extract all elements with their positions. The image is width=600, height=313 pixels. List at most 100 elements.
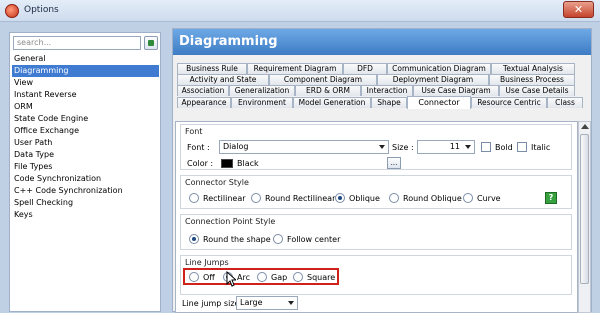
tab-activity-and-state[interactable]: Activity and State [177,74,269,85]
radio-square[interactable] [293,272,303,282]
font-group: Font Font : Dialog Size : 11 Bold Italic… [180,124,572,170]
tab-class[interactable]: Class [547,97,583,108]
round-the-shape-label: Round the shape [203,235,271,244]
chevron-down-icon [379,145,385,149]
chevron-down-icon [465,145,471,149]
category-item-diagramming[interactable]: Diagramming [12,65,159,77]
gap-label: Gap [271,273,288,282]
category-item-user-path[interactable]: User Path [12,137,159,149]
title-bar: Options ✕ [0,0,600,22]
tab-row-1: Business Rule Requirement Diagram DFD Co… [173,63,591,74]
off-label: Off [203,273,215,282]
tab-erd-orm[interactable]: ERD & ORM [295,85,361,96]
radio-gap[interactable] [257,272,267,282]
connector-style-title: Connector Style [185,178,249,187]
connection-point-style-group: Connection Point Style Round the shape F… [180,214,572,250]
radio-round-the-shape[interactable] [189,234,199,244]
category-list: General Diagramming View Instant Reverse… [12,53,159,221]
tab-deployment-diagram[interactable]: Deployment Diagram [377,74,489,85]
font-section-title: Font [185,127,203,136]
size-select[interactable]: 11 [417,140,475,154]
category-item-spell-checking[interactable]: Spell Checking [12,197,159,209]
rectilinear-label: Rectilinear [203,194,246,203]
tab-interaction[interactable]: Interaction [361,85,413,96]
close-button[interactable]: ✕ [563,1,594,18]
tab-communication-diagram[interactable]: Communication Diagram [387,63,491,74]
follow-center-label: Follow center [287,235,341,244]
search-input[interactable]: search... [13,36,141,50]
search-icon[interactable] [144,36,158,50]
oblique-label: Oblique [349,194,380,203]
tab-use-case-diagram[interactable]: Use Case Diagram [413,85,499,96]
chevron-down-icon [288,301,294,305]
category-panel: search... General Diagramming View Insta… [9,32,161,312]
vertical-scrollbar[interactable] [578,121,591,313]
line-jump-size-select[interactable]: Large [236,296,298,310]
tab-connector[interactable]: Connector [407,96,471,109]
connector-style-group: Connector Style Rectilinear Round Rectil… [180,175,572,209]
radio-round-rectilinear[interactable] [251,193,261,203]
radio-rectilinear[interactable] [189,193,199,203]
curve-label: Curve [477,194,501,203]
page-title: Diagramming [173,29,591,55]
tab-row-2: Activity and State Component Diagram Dep… [173,74,591,85]
help-icon[interactable]: ? [545,192,557,204]
settings-panel: Diagramming Business Rule Requirement Di… [172,28,592,313]
window-title: Options [24,5,59,15]
font-select[interactable]: Dialog [219,140,389,154]
app-icon [5,4,19,18]
square-label: Square [307,273,336,282]
tab-textual-analysis[interactable]: Textual Analysis [491,63,575,74]
round-oblique-label: Round Oblique [403,194,462,203]
italic-label: Italic [531,143,551,152]
category-item-cpp-code-synchronization[interactable]: C++ Code Synchronization [12,185,159,197]
radio-off[interactable] [189,272,199,282]
color-picker-button[interactable]: ... [387,157,401,169]
radio-oblique[interactable] [335,193,345,203]
tab-requirement-diagram[interactable]: Requirement Diagram [247,63,343,74]
line-jumps-group: Line Jumps Off Arc Gap Square [180,255,572,295]
category-item-instant-reverse[interactable]: Instant Reverse [12,89,159,101]
radio-follow-center[interactable] [273,234,283,244]
tab-component-diagram[interactable]: Component Diagram [269,74,377,85]
tab-shape[interactable]: Shape [371,97,407,108]
scroll-up-icon[interactable] [581,124,589,129]
bold-label: Bold [495,143,513,152]
tab-model-generation[interactable]: Model Generation [293,97,371,108]
round-rectilinear-label: Round Rectilinear [265,194,336,203]
category-item-office-exchange[interactable]: Office Exchange [12,125,159,137]
mouse-pointer-icon [226,271,236,287]
tab-generalization[interactable]: Generalization [229,85,295,96]
arc-label: Arc [237,273,250,282]
color-swatch [221,159,233,168]
line-jump-size-value: Large [240,298,263,307]
tab-association[interactable]: Association [177,85,229,96]
radio-round-oblique[interactable] [389,193,399,203]
tab-dfd[interactable]: DFD [343,63,387,74]
category-item-view[interactable]: View [12,77,159,89]
connector-settings: Font Font : Dialog Size : 11 Bold Italic… [175,121,578,313]
category-item-data-type[interactable]: Data Type [12,149,159,161]
tab-row-4: Appearance Environment Model Generation … [173,96,591,109]
tab-environment[interactable]: Environment [231,97,293,108]
category-item-keys[interactable]: Keys [12,209,159,221]
tab-business-process[interactable]: Business Process [489,74,575,85]
category-item-file-types[interactable]: File Types [12,161,159,173]
color-label: Color : [187,159,214,168]
scroll-thumb[interactable] [580,134,589,284]
color-value: Black [237,159,259,168]
tab-use-case-details[interactable]: Use Case Details [499,85,575,96]
category-item-state-code-engine[interactable]: State Code Engine [12,113,159,125]
tab-business-rule[interactable]: Business Rule [177,63,247,74]
italic-checkbox[interactable] [517,142,527,152]
tab-resource-centric[interactable]: Resource Centric [471,97,547,108]
size-label: Size : [392,143,414,152]
font-select-value: Dialog [223,142,249,151]
category-item-general[interactable]: General [12,53,159,65]
category-item-code-synchronization[interactable]: Code Synchronization [12,173,159,185]
tab-row-3: Association Generalization ERD & ORM Int… [173,85,591,96]
radio-curve[interactable] [463,193,473,203]
bold-checkbox[interactable] [481,142,491,152]
category-item-orm[interactable]: ORM [12,101,159,113]
tab-appearance[interactable]: Appearance [177,97,231,108]
